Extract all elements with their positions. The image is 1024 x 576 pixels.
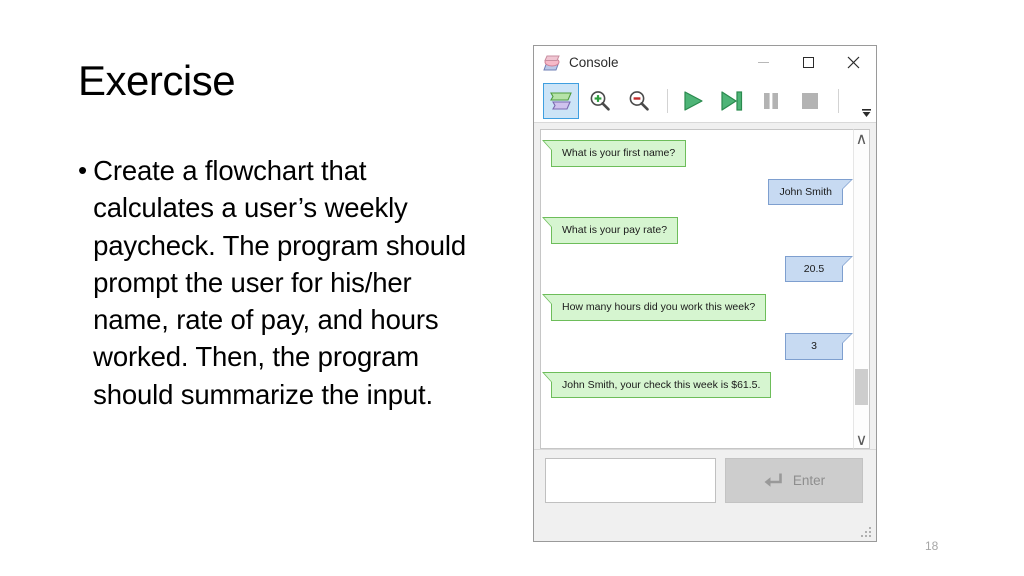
status-bar bbox=[534, 511, 876, 541]
enter-button-label: Enter bbox=[792, 473, 826, 488]
bullet-text: Create a flowchart that calculates a use… bbox=[93, 155, 466, 410]
console-input[interactable] bbox=[545, 458, 716, 503]
toolbar-separator bbox=[667, 88, 668, 113]
prompt-bubble: John Smith, your check this week is $61.… bbox=[541, 371, 772, 399]
enter-button[interactable]: Enter bbox=[725, 458, 863, 503]
response-bubble: 20.5 bbox=[785, 255, 853, 283]
titlebar: Console bbox=[534, 46, 876, 79]
pause-button[interactable] bbox=[753, 83, 789, 119]
prompt-bubble: What is your first name? bbox=[541, 140, 687, 167]
window-controls bbox=[741, 46, 876, 79]
console-window: Console What is your first name? John Sm… bbox=[533, 45, 877, 542]
stop-button[interactable] bbox=[792, 83, 828, 119]
pause-icon bbox=[764, 92, 778, 109]
play-icon bbox=[684, 90, 703, 111]
toolbar-separator-end bbox=[838, 88, 839, 113]
chat-message-row: John Smith bbox=[541, 178, 853, 206]
minimize-icon bbox=[758, 62, 769, 63]
toolbar-overflow-icon[interactable] bbox=[859, 106, 873, 120]
scrollbar-track[interactable] bbox=[854, 147, 869, 431]
list-item: • Create a flowchart that calculates a u… bbox=[78, 152, 478, 413]
zoom-out-icon bbox=[629, 90, 649, 111]
scroll-up-button[interactable]: ∧ bbox=[854, 130, 869, 148]
play-button[interactable] bbox=[675, 83, 711, 119]
step-button[interactable] bbox=[714, 83, 750, 119]
window-title: Console bbox=[569, 55, 619, 70]
resize-grip[interactable] bbox=[859, 525, 871, 537]
response-bubble: John Smith bbox=[768, 178, 853, 206]
chat-scrollbar[interactable]: ∧ ∨ bbox=[853, 129, 870, 449]
console-input-area: Enter bbox=[534, 449, 876, 511]
shapes-view-button[interactable] bbox=[543, 82, 579, 119]
zoom-out-button[interactable] bbox=[621, 83, 657, 119]
chat-message-row: John Smith, your check this week is $61.… bbox=[541, 371, 853, 399]
prompt-bubble: What is your pay rate? bbox=[541, 217, 679, 244]
stop-icon bbox=[802, 92, 818, 109]
close-button[interactable] bbox=[831, 46, 876, 79]
shapes-view-icon bbox=[550, 91, 572, 110]
maximize-button[interactable] bbox=[786, 46, 831, 79]
chat-panel: What is your first name? John Smith What i… bbox=[534, 123, 876, 449]
minimize-button[interactable] bbox=[741, 46, 786, 79]
scroll-down-button[interactable]: ∨ bbox=[854, 431, 869, 449]
bullet-marker: • bbox=[78, 155, 88, 185]
enter-return-icon bbox=[763, 471, 784, 490]
chat-message-row: 20.5 bbox=[541, 255, 853, 283]
chat-transcript: What is your first name? John Smith What i… bbox=[540, 129, 853, 449]
chat-message-row: How many hours did you work this week? bbox=[541, 294, 853, 321]
page-title: Exercise bbox=[78, 57, 236, 104]
zoom-in-button[interactable] bbox=[582, 83, 618, 119]
close-icon bbox=[847, 56, 860, 69]
chat-message-row: What is your pay rate? bbox=[541, 217, 853, 244]
flowchart-shapes-icon bbox=[543, 54, 561, 72]
prompt-bubble: How many hours did you work this week? bbox=[541, 294, 767, 321]
step-icon bbox=[721, 90, 743, 111]
chat-message-row: 3 bbox=[541, 332, 853, 360]
toolbar bbox=[534, 79, 876, 123]
chat-message-row: What is your first name? bbox=[541, 140, 853, 167]
response-bubble: 3 bbox=[785, 332, 853, 360]
scrollbar-thumb[interactable] bbox=[855, 368, 868, 406]
maximize-icon bbox=[803, 57, 814, 68]
zoom-in-icon bbox=[590, 90, 610, 111]
slide-number: 18 bbox=[925, 539, 939, 553]
slide-body: • Create a flowchart that calculates a u… bbox=[78, 152, 478, 413]
